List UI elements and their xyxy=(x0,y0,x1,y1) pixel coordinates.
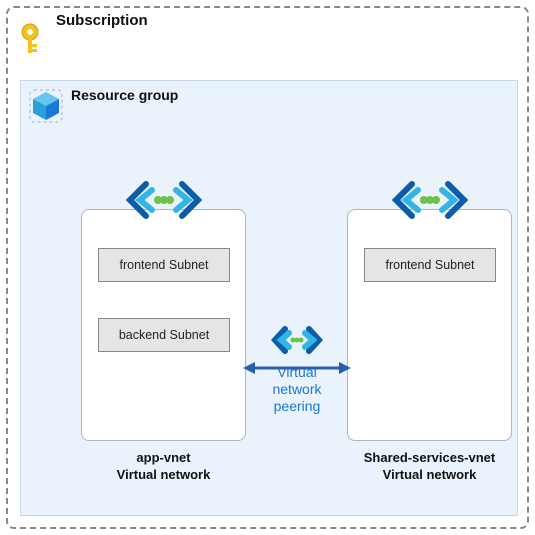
subnet-backend: backend Subnet xyxy=(98,318,230,352)
vnet-peering-icon xyxy=(271,325,323,355)
subnet-frontend: frontend Subnet xyxy=(98,248,230,282)
vnet-name: Shared-services-vnet xyxy=(364,450,496,465)
vnet-icon xyxy=(390,178,470,222)
resource-group-title: Resource group xyxy=(71,87,178,103)
peering-arrow-icon xyxy=(243,359,351,377)
subnet-frontend: frontend Subnet xyxy=(364,248,496,282)
peering-label-line2: peering xyxy=(274,398,321,414)
vnet-icon xyxy=(124,178,204,222)
subscription-title: Subscription xyxy=(56,12,148,29)
resource-group-box: Resource group frontend Subnet backend S… xyxy=(20,80,518,516)
vnet-app: frontend Subnet backend Subnet app-vnet … xyxy=(81,209,246,441)
subscription-box: Subscription Resource group frontend Sub… xyxy=(6,6,529,529)
resource-group-icon xyxy=(29,89,63,123)
vnet-type: Virtual network xyxy=(117,467,211,482)
vnet-name: app-vnet xyxy=(136,450,190,465)
vnet-shared: frontend Subnet Shared-services-vnet Vir… xyxy=(347,209,512,441)
vnet-type: Virtual network xyxy=(383,467,477,482)
vnet-caption: app-vnet Virtual network xyxy=(82,449,245,484)
vnet-caption: Shared-services-vnet Virtual network xyxy=(348,449,511,484)
key-icon xyxy=(20,22,48,56)
